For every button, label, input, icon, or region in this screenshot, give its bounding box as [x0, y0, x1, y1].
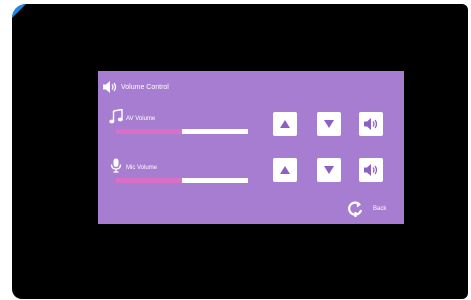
mic-volume-text: Mic Volume — [126, 165, 158, 171]
av-volume-sound-button[interactable] — [359, 112, 383, 136]
microphone-icon — [109, 158, 123, 173]
triangle-down-icon — [324, 120, 334, 128]
av-volume-up-button[interactable] — [273, 112, 297, 136]
mic-volume-slider[interactable] — [116, 178, 248, 183]
device-frame: Volume Control AV Volume Mic Volume Back — [0, 0, 471, 300]
speaker-sound-icon — [364, 164, 378, 176]
speaker-sound-icon — [364, 118, 378, 130]
return-arrow-icon — [348, 201, 363, 217]
music-note-icon — [109, 108, 123, 124]
panel-title: Volume Control — [121, 83, 169, 91]
mic-volume-up-button[interactable] — [273, 158, 297, 182]
screen: Volume Control AV Volume Mic Volume Back — [12, 4, 468, 299]
triangle-down-icon — [324, 166, 334, 174]
back-label: Back — [373, 206, 387, 212]
mic-volume-label: Mic Volume — [109, 158, 157, 173]
mic-volume-level — [116, 178, 182, 183]
back-button[interactable]: Back — [347, 199, 386, 219]
triangle-up-icon — [280, 166, 290, 174]
av-volume-slider[interactable] — [116, 129, 248, 134]
triangle-up-icon — [280, 120, 290, 128]
mic-volume-sound-button[interactable] — [359, 158, 383, 182]
av-volume-level — [116, 129, 182, 134]
corner-accent — [12, 4, 26, 18]
volume-panel: Volume Control AV Volume Mic Volume Back — [98, 71, 404, 224]
speaker-icon — [102, 80, 118, 94]
av-volume-down-button[interactable] — [317, 112, 341, 136]
av-volume-label: AV Volume — [109, 108, 156, 124]
panel-header: Volume Control — [102, 79, 169, 95]
av-volume-text: AV Volume — [126, 116, 156, 122]
mic-volume-down-button[interactable] — [317, 158, 341, 182]
